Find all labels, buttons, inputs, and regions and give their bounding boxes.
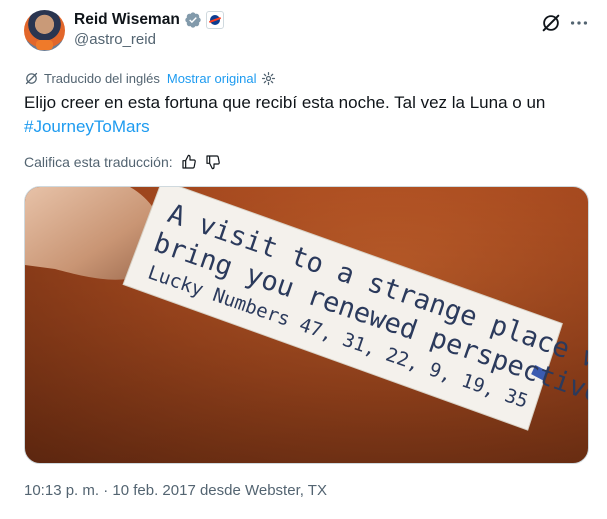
translate-icon [25,72,38,84]
rate-translation-label: Califica esta traducción: [24,154,173,170]
grok-icon[interactable] [540,12,562,34]
fortune-cookie-photo: A visit to a strange place will bring yo… [25,187,588,463]
author-name-row: Reid Wiseman [74,10,224,30]
thumbs-up-icon[interactable] [181,154,197,170]
avatar[interactable] [24,10,65,51]
verified-badge-icon[interactable] [184,11,202,29]
gear-icon[interactable] [261,71,276,86]
thumbs-down-icon[interactable] [205,154,221,170]
nasa-affiliation-icon[interactable] [205,11,224,29]
tweet-body: Elijo creer en esta fortuna que recibí e… [24,93,546,112]
translation-notice: Traducido del inglés Mostrar original [24,69,276,87]
show-original-link[interactable]: Mostrar original [167,71,257,86]
tweet-photo[interactable]: A visit to a strange place will bring yo… [24,186,589,464]
tweet-timestamp[interactable]: 10:13 p. m. · 10 feb. 2017 desde Webster… [24,482,327,499]
author-display-name[interactable]: Reid Wiseman [74,11,180,29]
translation-label: Traducido del inglés [44,70,160,86]
rate-translation: Califica esta traducción: [24,153,221,171]
tweet-text: Elijo creer en esta fortuna que recibí e… [24,91,584,139]
more-icon[interactable] [568,12,590,34]
tweet-card: Reid Wiseman @astro_reid Traducido del i… [0,0,607,519]
author-handle[interactable]: @astro_reid [74,31,156,48]
hashtag-link[interactable]: #JourneyToMars [24,117,150,136]
